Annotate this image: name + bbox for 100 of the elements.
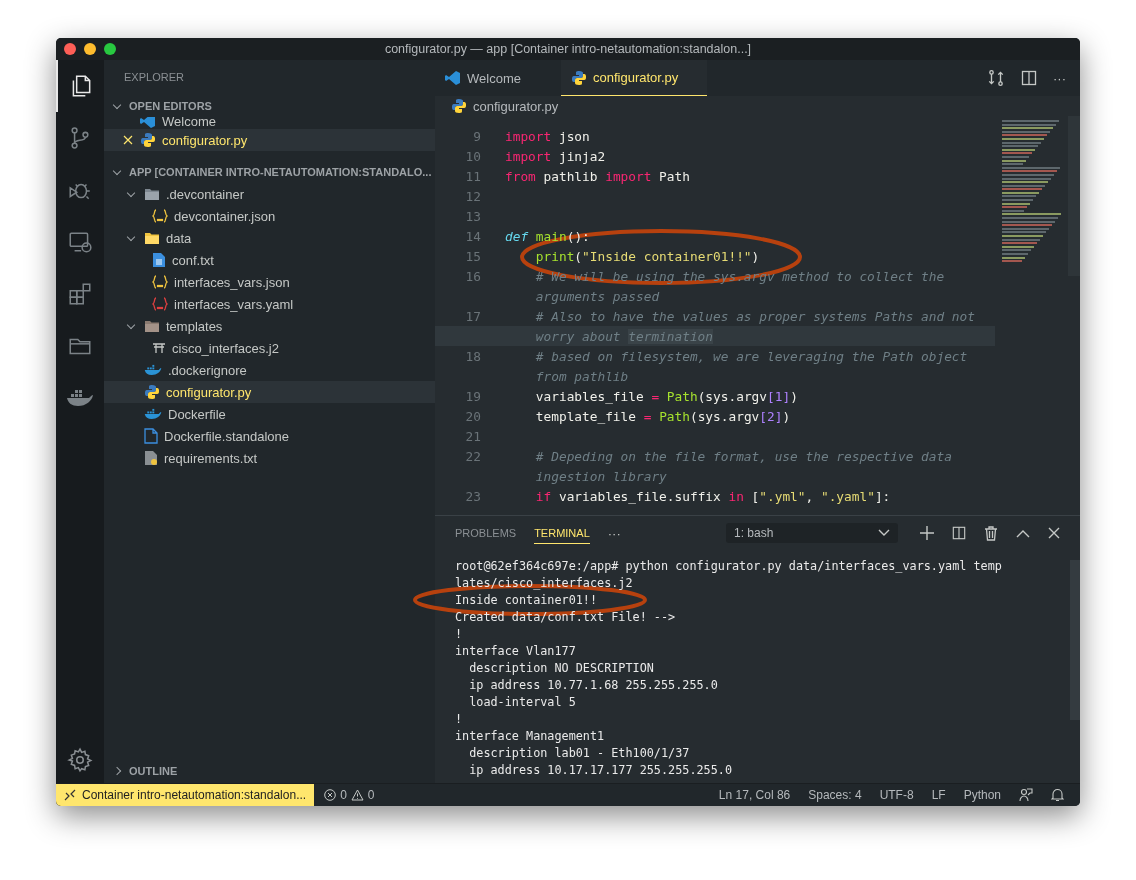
split-editor-icon[interactable] xyxy=(1021,70,1037,86)
problems-status[interactable]: 0 0 xyxy=(324,788,375,802)
folder-icon xyxy=(144,187,160,201)
file-item[interactable]: Dockerfile.standalone xyxy=(104,425,435,447)
file-item[interactable]: Dockerfile xyxy=(104,403,435,425)
file-item[interactable]: cisco_interfaces.j2 xyxy=(104,337,435,359)
close-icon[interactable] xyxy=(123,135,133,145)
status-item[interactable]: Python xyxy=(963,788,1001,802)
python-icon xyxy=(571,69,587,86)
terminal-line: ip address 10.17.17.177 255.255.255.0 xyxy=(468,762,732,779)
code-line: print("Inside container01!!") xyxy=(534,248,760,264)
file-item[interactable]: requirements.txt xyxy=(104,447,435,469)
line-number: 16 xyxy=(464,268,481,284)
code-line: def main(): xyxy=(505,228,590,244)
line-number: 22 xyxy=(464,448,481,464)
vscode-logo-icon xyxy=(445,70,461,86)
window-title: configurator.py — app [Container intro-netautomation:standalon...] xyxy=(384,42,752,56)
python-icon xyxy=(451,98,467,114)
panel-tab[interactable]: PROBLEMS xyxy=(455,522,517,544)
folder-item[interactable]: data xyxy=(104,227,435,249)
folder-item[interactable]: .devcontainer xyxy=(104,183,435,205)
line-number: 14 xyxy=(464,228,481,244)
section-header[interactable]: OUTLINE xyxy=(104,759,435,783)
file-item[interactable]: interfaces_vars.yaml xyxy=(104,293,435,315)
code-line: from pathlib xyxy=(534,368,629,384)
chevron-up-icon[interactable] xyxy=(1016,528,1030,538)
whale-icon xyxy=(144,407,162,421)
warning-icon xyxy=(350,789,364,801)
folder-icon xyxy=(144,319,160,333)
terminal-dropdown[interactable]: 1: bash xyxy=(726,523,898,543)
folder-item[interactable]: templates xyxy=(104,315,435,337)
folder-icon xyxy=(144,231,160,245)
split-terminal-icon[interactable] xyxy=(952,526,966,540)
trash-icon[interactable] xyxy=(984,525,998,541)
code-line: # Also to have the values as proper systems Paths and not xyxy=(534,308,975,324)
plus-icon[interactable] xyxy=(920,526,934,540)
open-editor-item[interactable]: Welcome xyxy=(104,117,435,129)
open-editor-item[interactable]: configurator.py xyxy=(104,129,435,151)
section-header[interactable]: OPEN EDITORS xyxy=(104,95,435,117)
file-item[interactable]: .dockerignore xyxy=(104,359,435,381)
document-icon xyxy=(144,428,158,444)
maximize-window-button[interactable] xyxy=(104,43,116,55)
line-number: 15 xyxy=(464,248,481,264)
code-line: import json xyxy=(505,128,590,144)
braces-icon xyxy=(152,275,168,289)
whale-icon xyxy=(144,363,162,377)
python-icon xyxy=(140,132,156,148)
terminal-line: ip address 10.77.1.68 255.255.255.0 xyxy=(468,677,718,694)
panel-tab[interactable]: TERMINAL xyxy=(534,522,590,544)
bell-icon[interactable] xyxy=(1051,788,1064,802)
torii-icon xyxy=(152,342,166,354)
code-line: from pathlib import Path xyxy=(505,168,690,184)
terminal-line: Inside container01!! xyxy=(455,592,598,609)
terminal-line: ! xyxy=(455,711,463,728)
document-icon xyxy=(152,252,166,268)
file-item[interactable]: conf.txt xyxy=(104,249,435,271)
section-header[interactable]: APP [CONTAINER INTRO-NETAUTOMATION:STANDALO... xyxy=(104,161,435,183)
feedback-icon[interactable] xyxy=(1019,788,1033,802)
line-number: 11 xyxy=(464,168,481,184)
line-number: 20 xyxy=(464,408,481,424)
more-actions-button[interactable]: ··· xyxy=(607,525,621,541)
terminal-line: root@62ef364c697e:/app# python configurator.py data/interfaces_vars.yaml temp xyxy=(455,558,1002,575)
explorer-title: EXPLORER xyxy=(123,70,185,85)
close-window-button[interactable] xyxy=(64,43,76,55)
chevron-down-icon xyxy=(878,529,890,537)
line-number: 21 xyxy=(464,428,481,444)
braces-icon xyxy=(152,297,168,311)
error-icon xyxy=(324,789,337,801)
code-line: import jinja2 xyxy=(505,148,606,164)
terminal-line: load-interval 5 xyxy=(468,694,576,711)
code-line: variables_file = Path(sys.argv[1]) xyxy=(534,388,798,404)
line-number: 13 xyxy=(464,208,481,224)
code-line: # based on filesystem, we are leveraging the Path object xyxy=(534,348,968,364)
code-line: template_file = Path(sys.argv[2]) xyxy=(534,408,791,424)
line-number: 9 xyxy=(472,128,481,144)
status-item[interactable]: Ln 17, Col 86 xyxy=(718,788,791,802)
braces-icon xyxy=(152,209,168,223)
minimize-window-button[interactable] xyxy=(84,43,96,55)
settings-icon[interactable] xyxy=(67,747,93,773)
code-line: if variables_file.suffix in [".yml", ".yaml"]: xyxy=(534,488,891,504)
compare-changes-icon[interactable] xyxy=(987,69,1005,87)
file-item[interactable]: interfaces_vars.json xyxy=(104,271,435,293)
close-icon[interactable] xyxy=(1048,527,1060,539)
status-item[interactable]: LF xyxy=(931,788,946,802)
scrollbar[interactable] xyxy=(1068,116,1080,276)
line-number: 19 xyxy=(464,388,481,404)
line-number: 17 xyxy=(464,308,481,324)
file-item[interactable]: devcontainer.json xyxy=(104,205,435,227)
status-item[interactable]: UTF-8 xyxy=(879,788,914,802)
status-item[interactable]: Spaces: 4 xyxy=(808,788,862,802)
more-actions-button[interactable]: ··· xyxy=(1053,70,1066,86)
line-number: 23 xyxy=(464,488,481,504)
editor-tab[interactable]: Welcome xyxy=(435,60,545,96)
scrollbar[interactable] xyxy=(1070,560,1080,720)
code-line: ingestion library xyxy=(534,468,667,484)
breadcrumb[interactable]: configurator.py xyxy=(435,96,1080,116)
remote-status[interactable]: Container intro-netautomation:standalon... xyxy=(56,784,315,806)
document-icon xyxy=(144,450,158,466)
file-item[interactable]: configurator.py xyxy=(104,381,435,403)
editor-tab[interactable]: configurator.py xyxy=(561,60,707,96)
